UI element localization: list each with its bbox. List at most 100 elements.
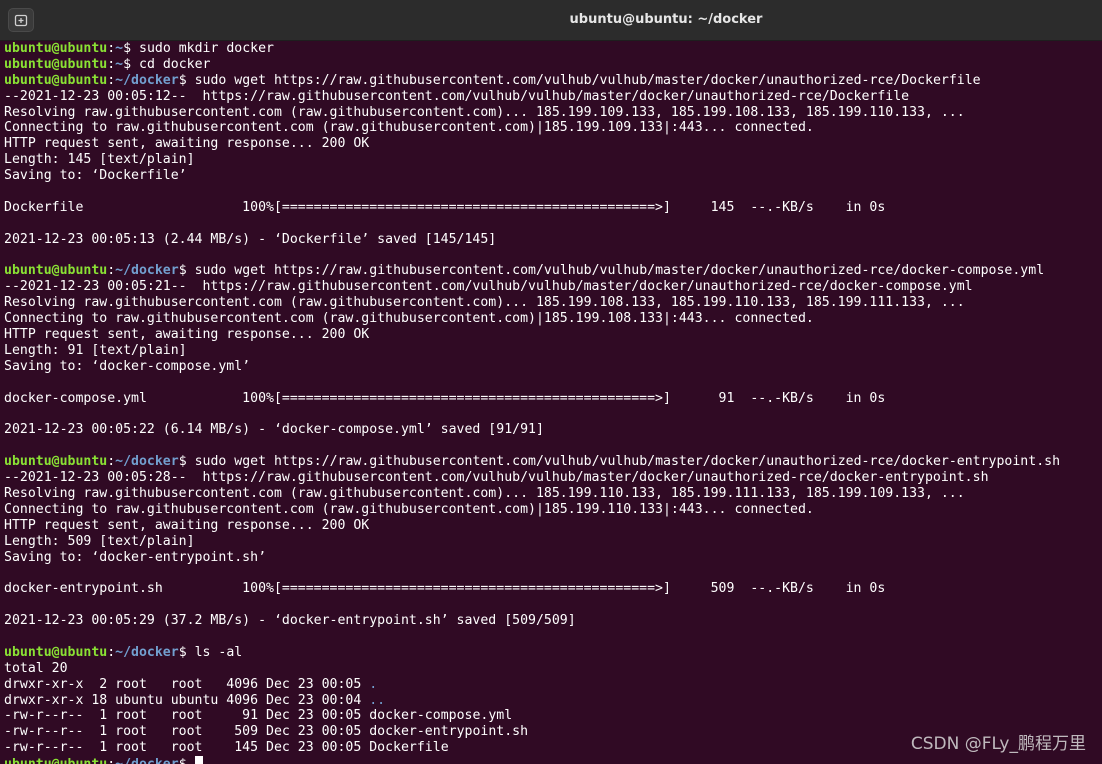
- watermark: CSDN @FLy_鹏程万里: [910, 734, 1086, 754]
- command-text: cd docker: [131, 56, 211, 72]
- ls-entry-meta: drwxr-xr-x 2 root root 4096 Dec 23 00:05: [4, 676, 370, 692]
- output-text: Connecting to raw.githubusercontent.com …: [4, 501, 814, 517]
- prompt-user: ubuntu@ubuntu: [4, 263, 108, 279]
- output-line: docker-compose.yml 100%[================…: [4, 391, 1102, 407]
- output-line: Resolving raw.githubusercontent.com (raw…: [4, 295, 1102, 311]
- ls-entry-meta: drwxr-xr-x 18 ubuntu ubuntu 4096 Dec 23 …: [4, 692, 370, 708]
- output-line: 2021-12-23 00:05:22 (6.14 MB/s) - ‘docke…: [4, 422, 1102, 438]
- output-text: --2021-12-23 00:05:28-- https://raw.gith…: [4, 470, 989, 486]
- prompt-colon: :: [107, 454, 116, 470]
- prompt-user: ubuntu@ubuntu: [4, 56, 108, 72]
- output-line: Connecting to raw.githubusercontent.com …: [4, 311, 1102, 327]
- prompt-line: ubuntu@ubuntu:~$ cd docker: [4, 57, 1102, 73]
- prompt-path: ~/docker: [115, 263, 179, 279]
- output-text: HTTP request sent, awaiting response... …: [4, 327, 370, 343]
- output-line: 2021-12-23 00:05:13 (2.44 MB/s) - ‘Docke…: [4, 232, 1102, 248]
- text-cursor[interactable]: [194, 756, 203, 764]
- prompt-user: ubuntu@ubuntu: [4, 757, 107, 764]
- output-line: --2021-12-23 00:05:21-- https://raw.gith…: [4, 279, 1102, 295]
- output-text: 2021-12-23 00:05:13 (2.44 MB/s) - ‘Docke…: [4, 231, 497, 247]
- command-text: sudo wget https://raw.githubusercontent.…: [186, 72, 981, 88]
- output-line: --2021-12-23 00:05:28-- https://raw.gith…: [4, 470, 1102, 486]
- ls-entry-meta: -rw-r--r-- 1 root root 91 Dec 23 00:05: [4, 708, 370, 724]
- prompt-colon: :: [107, 41, 116, 56]
- output-text: Saving to: ‘docker-compose.yml’: [4, 358, 251, 374]
- output-line: Saving to: ‘docker-entrypoint.sh’: [4, 550, 1102, 566]
- output-text: Saving to: ‘docker-entrypoint.sh’: [4, 549, 267, 565]
- output-line: --2021-12-23 00:05:12-- https://raw.gith…: [4, 89, 1102, 105]
- ls-entry-name: .: [369, 676, 378, 692]
- prompt-dollar: $: [123, 41, 132, 56]
- prompt-line: ubuntu@ubuntu:~/docker$ sudo wget https:…: [4, 454, 1102, 470]
- prompt-dollar: $: [178, 263, 187, 279]
- output-line: Connecting to raw.githubusercontent.com …: [4, 120, 1102, 136]
- prompt-colon: :: [107, 56, 116, 72]
- prompt-colon: :: [107, 263, 116, 279]
- prompt-user: ubuntu@ubuntu: [4, 41, 108, 56]
- command-text: sudo mkdir docker: [131, 41, 274, 56]
- output-text: HTTP request sent, awaiting response... …: [4, 517, 370, 533]
- output-text: 2021-12-23 00:05:29 (37.2 MB/s) - ‘docke…: [4, 613, 576, 629]
- ls-entry-name: docker-entrypoint.sh: [369, 724, 529, 740]
- prompt-path: ~/docker: [115, 644, 179, 660]
- output-line: Resolving raw.githubusercontent.com (raw…: [4, 105, 1102, 121]
- output-text: 2021-12-23 00:05:22 (6.14 MB/s) - ‘docke…: [4, 422, 544, 438]
- ls-entry-meta: -rw-r--r-- 1 root root 509 Dec 23 00:05: [4, 724, 370, 740]
- prompt-line: ubuntu@ubuntu:~/docker$: [4, 756, 1102, 764]
- output-text: Connecting to raw.githubusercontent.com …: [4, 120, 814, 136]
- prompt-colon: :: [107, 757, 115, 764]
- output-line: Saving to: ‘Dockerfile’: [4, 168, 1102, 184]
- prompt-dollar: $: [179, 757, 187, 764]
- output-line: Connecting to raw.githubusercontent.com …: [4, 502, 1102, 518]
- output-line: drwxr-xr-x 2 root root 4096 Dec 23 00:05…: [4, 677, 1102, 693]
- output-text: Resolving raw.githubusercontent.com (raw…: [4, 295, 965, 311]
- terminal-output[interactable]: ubuntu@ubuntu:~$ sudo mkdir docker ubuntu…: [0, 41, 1102, 764]
- prompt-path: ~/docker: [115, 454, 179, 470]
- output-line: HTTP request sent, awaiting response... …: [4, 518, 1102, 534]
- command-text: ls -al: [186, 644, 243, 660]
- ls-entry-name: ..: [369, 692, 386, 708]
- terminal-window: ubuntu@ubuntu: ~/docker ubuntu@ubuntu:~$…: [0, 0, 1102, 764]
- output-line: -rw-r--r-- 1 root root 91 Dec 23 00:05 d…: [4, 708, 1102, 724]
- prompt-colon: :: [107, 644, 116, 660]
- output-line: Resolving raw.githubusercontent.com (raw…: [4, 486, 1102, 502]
- prompt-line: ubuntu@ubuntu:~$ sudo mkdir docker: [4, 41, 1102, 57]
- prompt-line: ubuntu@ubuntu:~/docker$ sudo wget https:…: [4, 263, 1102, 279]
- output-line: Length: 509 [text/plain]: [4, 534, 1102, 550]
- output-text: Length: 509 [text/plain]: [4, 533, 195, 549]
- output-line: Length: 145 [text/plain]: [4, 152, 1102, 168]
- output-text: --2021-12-23 00:05:12-- https://raw.gith…: [4, 88, 910, 104]
- output-text: Length: 91 [text/plain]: [4, 342, 187, 358]
- prompt-path: ~: [115, 56, 124, 72]
- output-text: Resolving raw.githubusercontent.com (raw…: [4, 104, 965, 120]
- output-text: total 20: [4, 660, 68, 676]
- output-text: docker-compose.yml 100%[================…: [4, 390, 886, 406]
- output-text: Dockerfile 100%[========================…: [4, 199, 886, 215]
- command-text: [187, 757, 195, 764]
- prompt-line: ubuntu@ubuntu:~/docker$ sudo wget https:…: [4, 73, 1102, 89]
- prompt-colon: :: [107, 72, 116, 88]
- prompt-user: ubuntu@ubuntu: [4, 454, 108, 470]
- ls-entry-name: Dockerfile: [369, 740, 449, 756]
- prompt-dollar: $: [178, 454, 187, 470]
- prompt-line: ubuntu@ubuntu:~/docker$ ls -al: [4, 645, 1102, 661]
- output-line: Length: 91 [text/plain]: [4, 343, 1102, 359]
- output-line: drwxr-xr-x 18 ubuntu ubuntu 4096 Dec 23 …: [4, 693, 1102, 709]
- prompt-user: ubuntu@ubuntu: [4, 72, 108, 88]
- ls-entry-meta: -rw-r--r-- 1 root root 145 Dec 23 00:05: [4, 740, 370, 756]
- output-line: 2021-12-23 00:05:29 (37.2 MB/s) - ‘docke…: [4, 613, 1102, 629]
- prompt-user: ubuntu@ubuntu: [4, 644, 108, 660]
- prompt-path: ~/docker: [115, 757, 179, 764]
- title-bar: ubuntu@ubuntu: ~/docker: [0, 0, 1102, 41]
- output-line: total 20: [4, 661, 1102, 677]
- output-line: Saving to: ‘docker-compose.yml’: [4, 359, 1102, 375]
